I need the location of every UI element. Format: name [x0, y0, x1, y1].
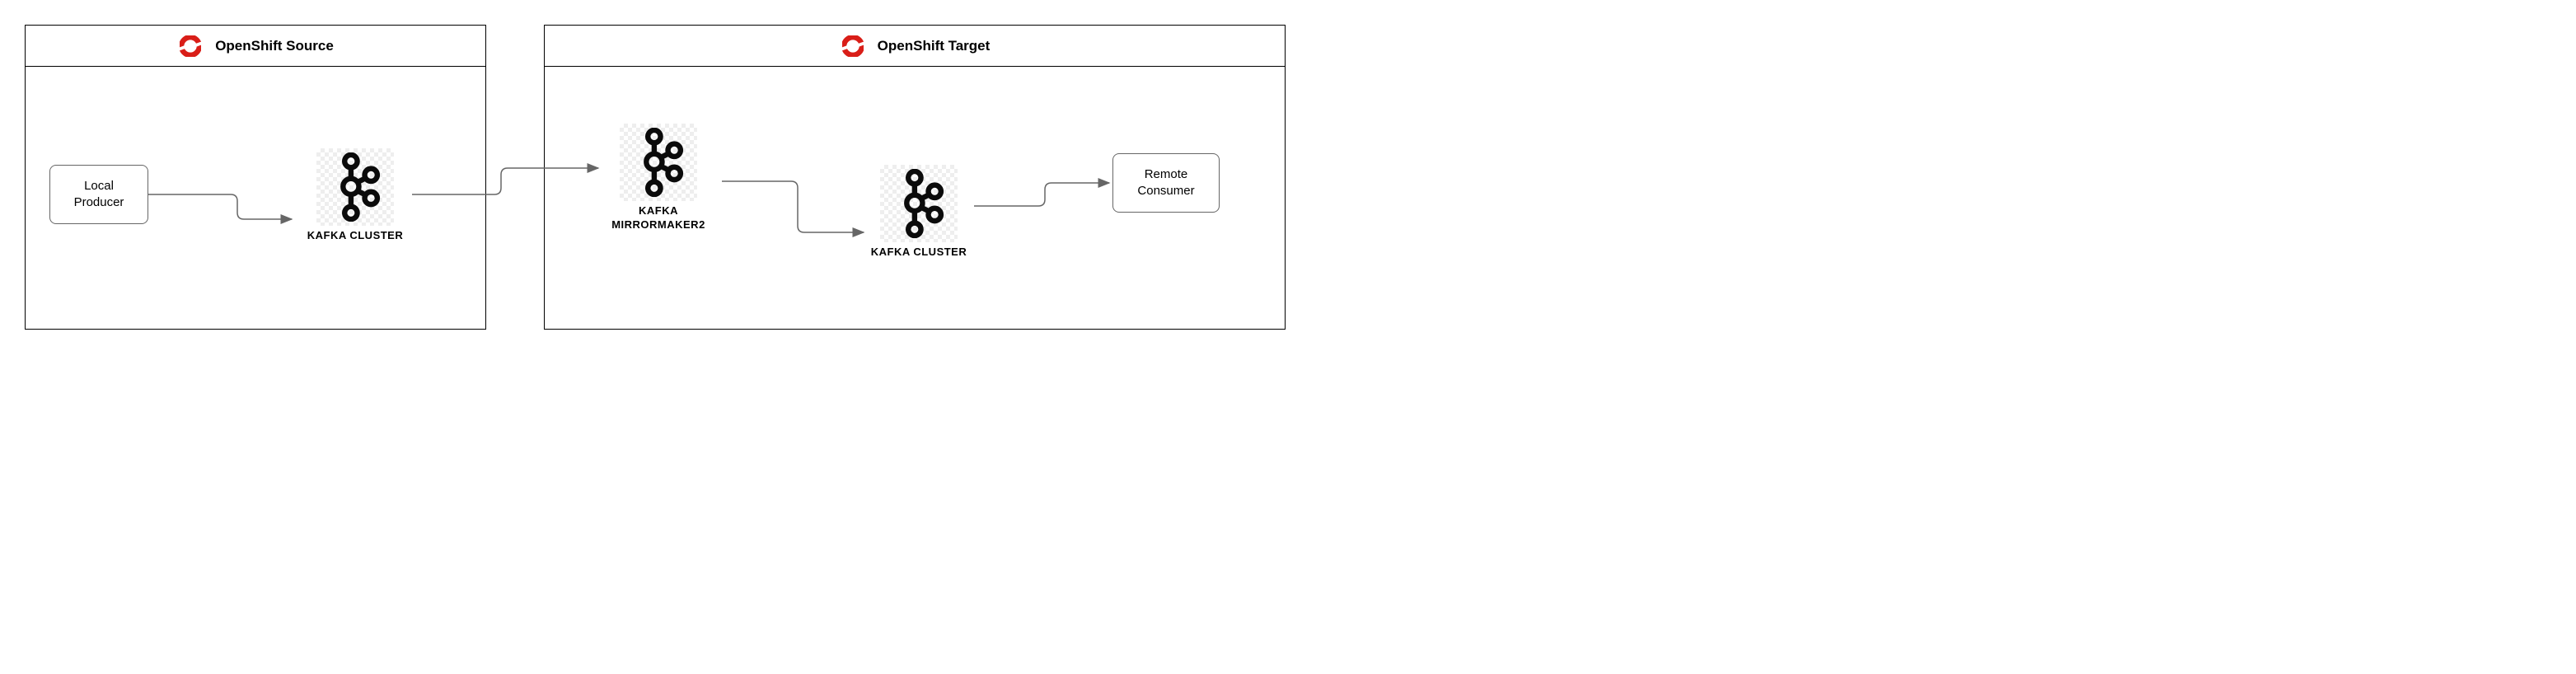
- source-kafka-cluster: KAFKA CLUSTER: [293, 148, 417, 243]
- openshift-icon: [177, 33, 204, 59]
- target-title: OpenShift Target: [878, 38, 991, 54]
- source-title: OpenShift Source: [215, 38, 334, 54]
- target-kafka-label: KAFKA CLUSTER: [857, 246, 981, 260]
- source-header: OpenShift Source: [26, 26, 485, 67]
- source-kafka-label: KAFKA CLUSTER: [293, 229, 417, 243]
- kafka-icon: [316, 148, 394, 226]
- openshift-icon: [840, 33, 866, 59]
- kafka-icon: [620, 124, 697, 201]
- mirrormaker-label: KAFKA MIRRORMAKER2: [588, 204, 728, 232]
- target-header: OpenShift Target: [545, 26, 1285, 67]
- kafka-icon: [880, 165, 958, 242]
- mirrormaker-block: KAFKA MIRRORMAKER2: [588, 124, 728, 232]
- remote-consumer-box: Remote Consumer: [1112, 153, 1220, 213]
- remote-consumer-label: Remote Consumer: [1137, 166, 1194, 200]
- diagram-canvas: OpenShift Source OpenShift Target: [16, 16, 1304, 353]
- local-producer-label: Local Producer: [74, 178, 124, 212]
- local-producer-box: Local Producer: [49, 165, 148, 224]
- target-kafka-cluster: KAFKA CLUSTER: [857, 165, 981, 260]
